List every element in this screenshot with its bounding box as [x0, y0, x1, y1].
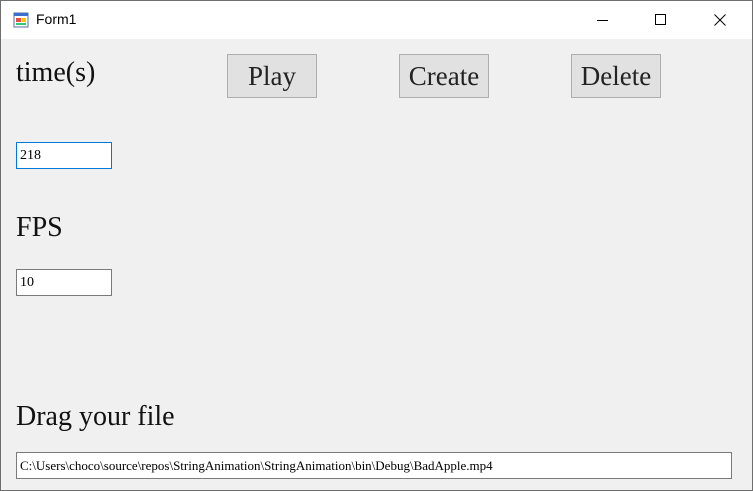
drag-file-label: Drag your file	[16, 401, 175, 432]
delete-button[interactable]: Delete	[571, 54, 661, 98]
maximize-button[interactable]	[632, 1, 690, 39]
fps-label: FPS	[16, 212, 63, 243]
fps-input[interactable]: 10	[16, 269, 112, 296]
maximize-icon	[655, 14, 666, 25]
minimize-button[interactable]	[574, 1, 632, 39]
close-icon	[714, 14, 726, 26]
close-button[interactable]	[691, 1, 749, 39]
title-bar[interactable]: Form1	[1, 1, 752, 39]
play-button[interactable]: Play	[227, 54, 317, 98]
form-app-icon[interactable]	[13, 12, 29, 28]
window-title: Form1	[36, 11, 77, 27]
create-button[interactable]: Create	[399, 54, 489, 98]
file-path-input[interactable]: C:\Users\choco\source\repos\StringAnimat…	[16, 452, 732, 479]
time-label: time(s)	[16, 57, 96, 88]
minimize-icon	[597, 20, 608, 21]
time-input[interactable]: 218	[16, 142, 112, 169]
app-window: Form1 time(s) Play Create Delete 218 FPS…	[0, 0, 753, 491]
